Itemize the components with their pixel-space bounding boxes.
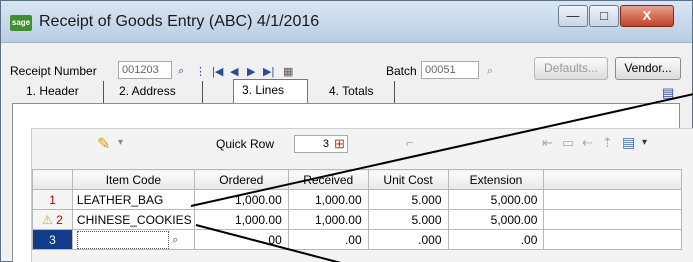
title-bar: sage Receipt of Goods Entry (ABC) 4/1/20…	[1, 1, 692, 43]
row-number-text: 2	[56, 212, 63, 227]
batch-field[interactable]: 00051	[421, 61, 479, 79]
previous-record-icon[interactable]: ◀	[230, 65, 238, 78]
received-cell[interactable]: .00	[287, 229, 369, 250]
print-icon[interactable]: ▤	[662, 85, 674, 101]
calendar-icon[interactable]: ▦	[283, 65, 293, 78]
lookup-icon[interactable]: ⌕	[178, 65, 184, 78]
insert-line-icon[interactable]: ⇤	[542, 135, 553, 151]
lines-grid: Item Code Ordered Received Unit Cost Ext…	[32, 169, 682, 250]
row-number[interactable]: 1	[32, 189, 73, 210]
maximize-button[interactable]: □	[589, 5, 619, 27]
received-cell[interactable]: 1,000.00	[287, 209, 369, 230]
insert-row-icon[interactable]: ⌐	[406, 135, 414, 150]
unit-cost-cell[interactable]: .000	[367, 229, 449, 250]
batch-label: Batch	[386, 64, 417, 78]
item-code-cell[interactable]: LEATHER_BAG	[71, 189, 195, 210]
unit-cost-header[interactable]: Unit Cost	[367, 169, 449, 190]
tab-header[interactable]: 1. Header	[18, 81, 104, 103]
received-cell[interactable]: 1,000.00	[287, 189, 369, 210]
go-to-row-icon[interactable]: ⊞	[334, 136, 345, 152]
unit-cost-cell[interactable]: 5.000	[367, 209, 449, 230]
batch-lookup-icon[interactable]: ⌕	[487, 65, 493, 78]
tab-address[interactable]: 2. Address	[111, 81, 203, 103]
unit-cost-cell[interactable]: 5.000	[367, 189, 449, 210]
ordered-cell[interactable]: 1,000.00	[193, 189, 289, 210]
close-button[interactable]: X	[620, 5, 674, 27]
item-code-cell[interactable]: ⌕	[71, 229, 195, 250]
receipt-number-label: Receipt Number	[10, 64, 97, 78]
ordered-cell[interactable]: .00	[193, 229, 289, 250]
table-row[interactable]: 1 LEATHER_BAG 1,000.00 1,000.00 5.000 5,…	[32, 189, 682, 210]
extension-header[interactable]: Extension	[447, 169, 545, 190]
vendor-button[interactable]: Vendor...	[615, 57, 681, 80]
move-up-icon[interactable]: ⇠	[582, 135, 593, 151]
item-code-cell[interactable]: CHINESE_COOKIES	[71, 209, 195, 230]
extension-cell[interactable]: 5,000.00	[447, 189, 545, 210]
filler-cell	[543, 189, 682, 210]
filler-cell	[543, 209, 682, 230]
lines-toolbar: ✎ ▾ Quick Row 3 ⊞ ⌐ ⇤ ▭ ⇠ ⇡ ▤ ▾	[32, 129, 682, 169]
filler-cell	[543, 229, 682, 250]
quick-row-label: Quick Row	[216, 137, 275, 151]
tab-lines[interactable]: 3. Lines	[233, 79, 308, 104]
customize-icon[interactable]: ▤	[622, 134, 635, 151]
last-record-icon[interactable]: ▶|	[263, 65, 274, 78]
first-record-icon[interactable]: |◀	[212, 65, 223, 78]
customize-dropdown-icon[interactable]: ▾	[642, 137, 647, 148]
row-number[interactable]: 3	[32, 229, 73, 250]
window-title: Receipt of Goods Entry (ABC) 4/1/2016	[39, 13, 320, 30]
table-row[interactable]: 3 ⌕ .00 .00 .000 .00	[32, 229, 682, 250]
received-header[interactable]: Received	[287, 169, 369, 190]
lines-grid-area: ✎ ▾ Quick Row 3 ⊞ ⌐ ⇤ ▭ ⇠ ⇡ ▤ ▾ Item Cod…	[31, 128, 693, 262]
item-code-header[interactable]: Item Code	[71, 169, 195, 190]
ordered-cell[interactable]: 1,000.00	[193, 209, 289, 230]
wand-icon[interactable]: ✎	[97, 134, 110, 154]
lines-panel: ✎ ▾ Quick Row 3 ⊞ ⌐ ⇤ ▭ ⇠ ⇡ ▤ ▾ Item Cod…	[12, 103, 693, 262]
item-code-input[interactable]	[76, 230, 169, 249]
wand-dropdown-icon[interactable]: ▾	[118, 137, 123, 148]
extension-cell[interactable]: .00	[447, 229, 545, 250]
sage-logo-icon: sage	[10, 15, 32, 31]
minimize-button[interactable]: —	[558, 5, 588, 27]
table-row[interactable]: ⚠ 2 CHINESE_COOKIES 1,000.00 1,000.00 5.…	[32, 209, 682, 230]
ordered-header[interactable]: Ordered	[193, 169, 289, 190]
grid-header-row: Item Code Ordered Received Unit Cost Ext…	[32, 169, 682, 190]
row-number[interactable]: ⚠ 2	[32, 209, 73, 230]
next-record-icon[interactable]: ▶	[247, 65, 255, 78]
defaults-button[interactable]: Defaults...	[534, 57, 608, 80]
move-down-icon[interactable]: ⇡	[602, 135, 613, 151]
row-number-header	[32, 169, 73, 190]
receipt-of-goods-window: sage Receipt of Goods Entry (ABC) 4/1/20…	[0, 0, 693, 262]
receipt-number-field[interactable]: 001203	[118, 61, 172, 79]
item-lookup-icon[interactable]: ⌕	[172, 234, 178, 246]
filler-header	[543, 169, 682, 190]
tab-totals[interactable]: 4. Totals	[321, 81, 395, 103]
extension-cell[interactable]: 5,000.00	[447, 209, 545, 230]
warning-icon: ⚠	[42, 212, 53, 227]
delete-line-icon[interactable]: ▭	[562, 135, 574, 151]
copy-icon[interactable]: ⋮	[195, 65, 206, 78]
